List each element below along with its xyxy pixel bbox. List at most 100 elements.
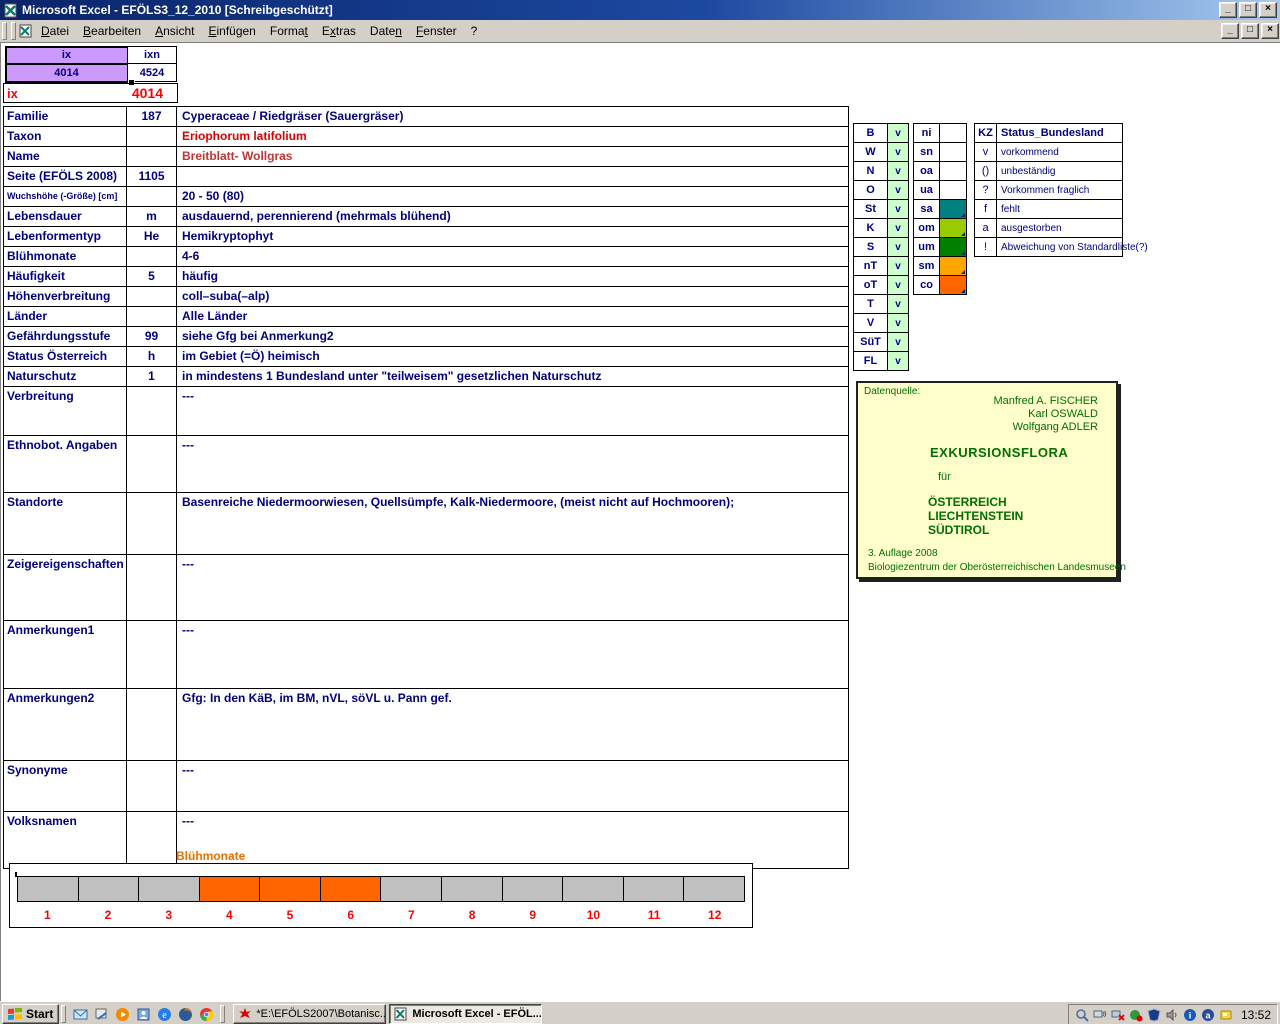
legend-kz-cell[interactable]: ? bbox=[975, 181, 997, 200]
tray-messenger-alert-icon[interactable] bbox=[1129, 1008, 1144, 1023]
tray-remote-display-icon[interactable] bbox=[1093, 1008, 1108, 1023]
bundesland-status-cell[interactable]: v bbox=[888, 295, 909, 314]
quicklaunch-internet-explorer-icon[interactable]: e bbox=[156, 1006, 172, 1022]
field-value[interactable]: Alle Länder bbox=[177, 307, 849, 326]
field-value[interactable]: siehe Gfg bei Anmerkung2 bbox=[177, 327, 849, 346]
legend-text-cell[interactable]: Abweichung von Standardliste(?) bbox=[997, 238, 1148, 257]
field-label[interactable]: Status Österreich bbox=[4, 347, 127, 366]
bundesland-status-cell[interactable]: v bbox=[888, 181, 909, 200]
quicklaunch-firefox-icon[interactable] bbox=[177, 1006, 193, 1022]
quicklaunch-show-desktop-icon[interactable] bbox=[93, 1006, 109, 1022]
field-value[interactable]: ausdauernd, perennierend (mehrmals blühe… bbox=[177, 207, 849, 226]
bundesland-status-cell[interactable]: v bbox=[888, 219, 909, 238]
field-code[interactable] bbox=[127, 621, 177, 688]
field-label[interactable]: Lebenformentyp bbox=[4, 227, 127, 246]
field-code[interactable] bbox=[127, 147, 177, 166]
field-code[interactable]: h bbox=[127, 347, 177, 366]
field-value[interactable]: Breitblatt- Wollgras bbox=[177, 147, 849, 166]
bundesland-status-cell[interactable]: v bbox=[888, 200, 909, 219]
taskbar-grip[interactable] bbox=[220, 1005, 226, 1023]
region-color-cell[interactable] bbox=[940, 162, 967, 181]
bundesland-code-cell[interactable]: St bbox=[854, 200, 888, 219]
region-code-cell[interactable]: ua bbox=[914, 181, 940, 200]
quicklaunch-chrome-icon[interactable] bbox=[198, 1006, 214, 1022]
field-value[interactable]: coll–suba(–alp) bbox=[177, 287, 849, 306]
bundesland-code-cell[interactable]: FL bbox=[854, 352, 888, 371]
field-value[interactable]: --- bbox=[177, 387, 849, 435]
field-value[interactable]: --- bbox=[177, 812, 849, 868]
region-code-cell[interactable]: sa bbox=[914, 200, 940, 219]
legend-kz-cell[interactable]: f bbox=[975, 200, 997, 219]
menu-datei[interactable]: Datei bbox=[34, 21, 76, 41]
field-value[interactable]: im Gebiet (=Ö) heimisch bbox=[177, 347, 849, 366]
menu-ansicht[interactable]: Ansicht bbox=[148, 21, 201, 41]
bundesland-code-cell[interactable]: V bbox=[854, 314, 888, 333]
field-label[interactable]: Länder bbox=[4, 307, 127, 326]
datasource-box[interactable]: Datenquelle: Manfred A. FISCHER Karl OSWA… bbox=[856, 381, 1126, 579]
field-value[interactable]: --- bbox=[177, 761, 849, 811]
region-color-cell[interactable] bbox=[940, 219, 967, 238]
menu-bearbeiten[interactable]: Bearbeiten bbox=[76, 21, 148, 41]
tray-shield-icon[interactable] bbox=[1147, 1008, 1162, 1023]
tray-card-reader-icon[interactable] bbox=[1219, 1008, 1234, 1023]
bundesland-code-cell[interactable]: O bbox=[854, 181, 888, 200]
field-code[interactable] bbox=[127, 387, 177, 435]
region-code-cell[interactable]: om bbox=[914, 219, 940, 238]
bundesland-status-cell[interactable]: v bbox=[888, 352, 909, 371]
field-value[interactable]: --- bbox=[177, 436, 849, 492]
region-color-cell[interactable] bbox=[940, 181, 967, 200]
field-value[interactable]: häufig bbox=[177, 267, 849, 286]
tray-info-icon[interactable]: i bbox=[1183, 1008, 1198, 1023]
quicklaunch-outlook-express-icon[interactable] bbox=[72, 1006, 88, 1022]
bundesland-code-cell[interactable]: B bbox=[854, 124, 888, 143]
bundesland-code-cell[interactable]: S bbox=[854, 238, 888, 257]
legend-kz-cell[interactable]: ! bbox=[975, 238, 997, 257]
bundesland-code-cell[interactable]: nT bbox=[854, 257, 888, 276]
field-label[interactable]: Standorte bbox=[4, 493, 127, 554]
legend-kz-cell[interactable]: a bbox=[975, 219, 997, 238]
workbook-close-button[interactable]: × bbox=[1261, 23, 1279, 39]
field-label[interactable]: Höhenverbreitung bbox=[4, 287, 127, 306]
field-code[interactable] bbox=[127, 761, 177, 811]
field-value[interactable]: --- bbox=[177, 621, 849, 688]
field-label[interactable]: Wuchshöhe (-Größe) [cm] bbox=[4, 187, 127, 206]
field-label[interactable]: Gefährdungsstufe bbox=[4, 327, 127, 346]
field-code[interactable]: He bbox=[127, 227, 177, 246]
field-value[interactable]: Gfg: In den KäB, im BM, nVL, söVL u. Pan… bbox=[177, 689, 849, 760]
field-label[interactable]: Taxon bbox=[4, 127, 127, 146]
legend-kz-cell[interactable]: () bbox=[975, 162, 997, 181]
field-label[interactable]: Volksnamen bbox=[4, 812, 127, 868]
bundesland-status-cell[interactable]: v bbox=[888, 276, 909, 295]
bundesland-status-cell[interactable]: v bbox=[888, 162, 909, 181]
bundesland-status-cell[interactable]: v bbox=[888, 124, 909, 143]
menu-extras[interactable]: Extras bbox=[315, 21, 363, 41]
bundesland-code-cell[interactable]: N bbox=[854, 162, 888, 181]
region-code-cell[interactable]: ni bbox=[914, 124, 940, 143]
region-code-cell[interactable]: sn bbox=[914, 143, 940, 162]
close-button[interactable]: × bbox=[1259, 2, 1277, 18]
field-code[interactable] bbox=[127, 127, 177, 146]
bloom-months-chart[interactable]: 1 2 3 4 5 6 7 8 9 10 11 12 bbox=[9, 863, 753, 928]
legend-text-cell[interactable]: ausgestorben bbox=[997, 219, 1123, 238]
menu-format[interactable]: Format bbox=[263, 21, 315, 41]
field-code[interactable]: 187 bbox=[127, 107, 177, 126]
field-code[interactable] bbox=[127, 287, 177, 306]
workbook-restore-button[interactable]: □ bbox=[1241, 23, 1259, 39]
field-code[interactable]: m bbox=[127, 207, 177, 226]
bundesland-status-cell[interactable]: v bbox=[888, 257, 909, 276]
workbook-minimize-button[interactable]: _ bbox=[1221, 23, 1239, 39]
tray-network-error-icon[interactable] bbox=[1111, 1008, 1126, 1023]
field-label[interactable]: Ethnobot. Angaben bbox=[4, 436, 127, 492]
region-code-cell[interactable]: co bbox=[914, 276, 940, 295]
bundesland-status-cell[interactable]: v bbox=[888, 238, 909, 257]
field-value[interactable] bbox=[177, 167, 849, 186]
minimize-button[interactable]: _ bbox=[1219, 2, 1237, 18]
ixn-header-cell[interactable]: ixn bbox=[128, 47, 177, 64]
field-code[interactable] bbox=[127, 689, 177, 760]
field-label[interactable]: Häufigkeit bbox=[4, 267, 127, 286]
field-code[interactable]: 5 bbox=[127, 267, 177, 286]
bundesland-code-cell[interactable]: oT bbox=[854, 276, 888, 295]
workbook-icon[interactable] bbox=[18, 23, 34, 39]
field-label[interactable]: Naturschutz bbox=[4, 367, 127, 386]
field-label[interactable]: Synonyme bbox=[4, 761, 127, 811]
